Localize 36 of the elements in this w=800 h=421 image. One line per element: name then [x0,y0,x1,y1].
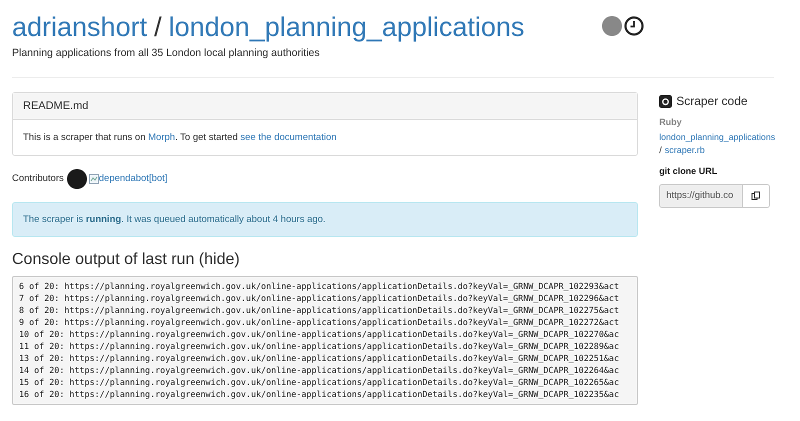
console-line: 11 of 20: https://planning.royalgreenwich.gov.uk/online-applications/applicationDetails.do?keyVal=_GRNW_DCAPR_102289&ac [19,340,620,352]
sidebar-title: Scraper code [676,93,748,110]
console-line: 14 of 20: https://planning.royalgreenwich.gov.uk/online-applications/applicationDetails.do?keyVal=_GRNW_DCAPR_102264&ac [19,364,620,376]
github-icon [659,94,672,108]
contributors-label: Contributors [12,172,64,186]
console-line: 16 of 20: https://planning.royalgreenwich.gov.uk/online-applications/applicationDetails.do?keyVal=_GRNW_DCAPR_102235&ac [19,388,620,400]
console-heading: Console output of last run (hide) [12,250,241,270]
path-separator: / [659,144,662,157]
morph-link[interactable]: Morph [148,131,176,144]
console-line: 15 of 20: https://planning.royalgreenwich.gov.uk/online-applications/applicationDetails.do?keyVal=_GRNW_DCAPR_102265&ac [19,376,620,388]
console-line: 6 of 20: https://planning.royalgreenwich.gov.uk/online-applications/applicationDetails.do?keyVal=_GRNW_DCAPR_102293&act [19,280,620,292]
path-separator: / [154,11,162,44]
contributor-link[interactable]: dependabot[bot] [98,172,168,186]
owner-link[interactable]: adrianshort [12,10,148,44]
contributor-avatar[interactable] [66,169,87,189]
documentation-link[interactable]: see the documentation [240,131,337,144]
console-line: 9 of 20: https://planning.royalgreenwich.gov.uk/online-applications/applicationDetails.do?keyVal=_GRNW_DCAPR_102272&act [19,316,620,328]
repo-link[interactable]: london_planning_applications [168,10,524,44]
file-link[interactable]: scraper.rb [664,144,705,158]
language-label: Ruby [659,116,683,129]
readme-text: . To get started [175,131,239,144]
status-alert: The scraper is running. It was queued automatically about 4 hours ago. [12,202,638,237]
console-line: 8 of 20: https://planning.royalgreenwich.gov.uk/online-applications/applicationDetails.do?keyVal=_GRNW_DCAPR_102275&act [19,304,620,316]
repo-description: Planning applications from all 35 London local planning authorities [12,46,321,60]
copy-button[interactable] [743,184,770,208]
readme-text: This is a scraper that runs on [23,131,146,144]
repo-link[interactable]: london_planning_applications [659,130,788,144]
broken-image-icon [88,174,99,184]
console-line: 10 of 20: https://planning.royalgreenwich.gov.uk/online-applications/applicationDetails.do?keyVal=_GRNW_DCAPR_102270&ac [19,328,620,340]
readme-title: README.md [13,93,638,120]
console-line: 13 of 20: https://planning.royalgreenwich.gov.uk/online-applications/applicationDetails.do?keyVal=_GRNW_DCAPR_102251&ac [19,352,620,364]
clone-label: git clone URL [659,165,718,178]
clock-icon [624,16,644,36]
clone-url-field[interactable]: https://github.co [659,184,744,208]
copy-icon [751,190,762,201]
console-line: 7 of 20: https://planning.royalgreenwich.gov.uk/online-applications/applicationDetails.do?keyVal=_GRNW_DCAPR_102296&act [19,292,620,304]
